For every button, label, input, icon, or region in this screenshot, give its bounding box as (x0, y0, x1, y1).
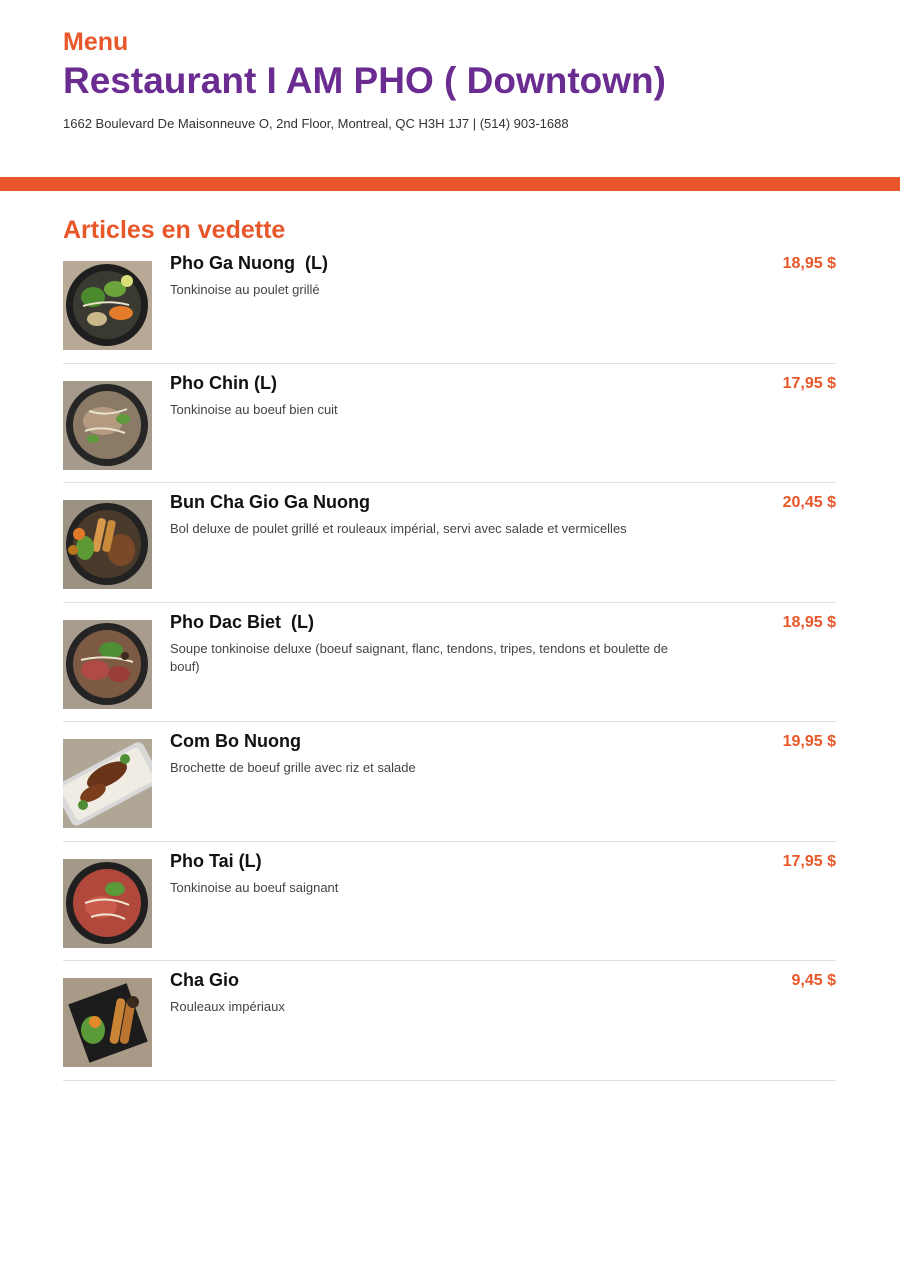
accent-divider (0, 177, 900, 191)
pho-chin-photo (63, 380, 152, 470)
item-description: Tonkinoise au poulet grillé (170, 282, 320, 297)
item-price: 20,45 $ (782, 494, 836, 511)
menu-label: Menu (63, 28, 129, 56)
item-price: 18,95 $ (782, 613, 836, 631)
cha-gio-photo (63, 978, 152, 1067)
item-name: Pho Chin (L) (170, 372, 277, 393)
item-name: Com Bo Nuong (170, 731, 301, 751)
pho-ga-nuong-photo (63, 261, 152, 350)
item-name: Pho Tai (L) (170, 850, 262, 871)
restaurant-address: 1662 Boulevard De Maisonneuve O, 2nd Flo… (63, 116, 569, 131)
item-name: Cha Gio (170, 970, 240, 990)
menu-item[interactable]: Pho Tai (L) Tonkinoise au boeuf saignant… (63, 842, 836, 961)
item-description: Tonkinoise au boeuf bien cuit (170, 401, 338, 417)
menu-item[interactable]: Com Bo Nuong Brochette de boeuf grille a… (63, 722, 836, 842)
item-name: Pho Ga Nuong (L) (170, 253, 328, 273)
featured-section: Articles en vedette (63, 216, 836, 244)
item-price: 18,95 $ (782, 255, 836, 272)
menu-item[interactable]: Pho Ga Nuong (L) Tonkinoise au poulet gr… (63, 244, 836, 364)
com-bo-nuong-photo (63, 739, 152, 828)
item-price: 9,45 $ (791, 972, 836, 989)
item-price: 19,95 $ (782, 733, 836, 750)
item-name: Bun Cha Gio Ga Nuong (170, 492, 370, 512)
page-header: Menu Restaurant I AM PHO ( Downtown) 166… (63, 28, 843, 132)
menu-item[interactable]: Pho Chin (L) Tonkinoise au boeuf bien cu… (63, 364, 836, 483)
item-description: Rouleaux impériaux (170, 999, 285, 1014)
menu-item[interactable]: Pho Dac Biet (L) Soupe tonkinoise deluxe… (63, 603, 836, 722)
pho-dac-biet-photo (63, 619, 152, 709)
menu-item-list: Pho Ga Nuong (L) Tonkinoise au poulet gr… (63, 244, 836, 1081)
item-description: Bol deluxe de poulet grillé et rouleaux … (170, 521, 627, 536)
restaurant-title: Restaurant I AM PHO ( Downtown) (63, 60, 666, 101)
section-title: Articles en vedette (63, 216, 286, 244)
pho-tai-photo (63, 858, 152, 948)
menu-item[interactable]: Cha Gio Rouleaux impériaux 9,45 $ (63, 961, 836, 1081)
bun-cha-gio-ga-nuong-photo (63, 500, 152, 589)
item-price: 17,95 $ (782, 852, 836, 870)
item-description: Brochette de boeuf grille avec riz et sa… (170, 760, 416, 775)
item-name: Pho Dac Biet (L) (170, 611, 315, 632)
item-price: 17,95 $ (782, 374, 836, 392)
menu-item[interactable]: Bun Cha Gio Ga Nuong Bol deluxe de poule… (63, 483, 836, 603)
item-description: Soupe tonkinoise deluxe (boeuf saignant,… (170, 640, 668, 674)
item-description: Tonkinoise au boeuf saignant (170, 879, 339, 895)
